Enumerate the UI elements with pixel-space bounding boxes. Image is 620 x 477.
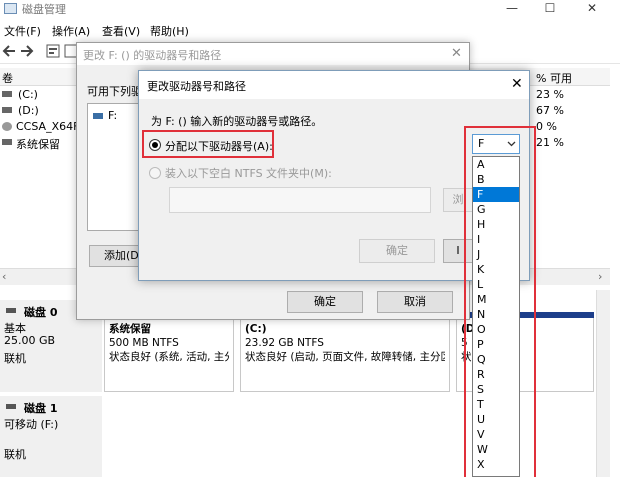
partition-c[interactable]: (C:) 23.92 GB NTFS 状态良好 (启动, 页面文件, 故障转储,… xyxy=(240,318,450,392)
disk-name: 磁盘 0 xyxy=(24,306,58,319)
close-button[interactable]: ✕ xyxy=(572,0,612,18)
menu-view[interactable]: 查看(V) xyxy=(102,23,140,39)
folder-path-input[interactable] xyxy=(169,187,431,213)
disk-icon xyxy=(6,308,16,313)
path-list[interactable]: F: xyxy=(87,103,143,231)
mount-folder-label[interactable]: 装入以下空白 NTFS 文件夹中(M): xyxy=(165,165,332,181)
annotation-highlight-dropdown xyxy=(464,126,536,477)
percent-free: 67 % xyxy=(536,104,564,117)
menu-bar: 文件(F) 操作(A) 查看(V) 帮助(H) xyxy=(0,20,620,40)
instruction-text: 为 F: () 输入新的驱动器号或路径。 xyxy=(151,115,323,128)
dialog-title: 更改 F: () 的驱动器号和路径 xyxy=(83,49,222,62)
percent-free: 21 % xyxy=(536,136,564,149)
close-icon[interactable]: ✕ xyxy=(451,46,462,61)
properties-icon[interactable] xyxy=(46,44,60,58)
annotation-highlight-radio xyxy=(142,130,274,158)
back-arrow-icon[interactable] xyxy=(2,45,16,57)
volume-name: (C:) xyxy=(18,88,38,101)
list-item-f[interactable]: F: xyxy=(108,109,117,122)
disk-status: 联机 xyxy=(4,448,26,461)
close-icon[interactable]: ✕ xyxy=(511,76,523,92)
menu-help[interactable]: 帮助(H) xyxy=(150,23,189,39)
add-button[interactable]: 添加(D xyxy=(89,245,143,267)
minimize-button[interactable]: — xyxy=(492,0,532,18)
dialog-title-bar: 更改 F: () 的驱动器号和路径 ✕ xyxy=(77,43,469,65)
volume-name: (D:) xyxy=(18,104,39,117)
partition-size: 23.92 GB NTFS xyxy=(245,337,324,349)
partition-status: 状态良好 (系统, 活动, 主分 xyxy=(109,351,229,363)
cancel-button[interactable]: 取消 xyxy=(377,291,453,313)
dialog-title: 更改驱动器号和路径 xyxy=(147,80,246,93)
drive-icon xyxy=(2,91,12,97)
title-bar: 磁盘管理 — ☐ ✕ xyxy=(0,0,620,18)
scroll-right-icon[interactable]: › xyxy=(598,270,602,283)
volume-name: 系统保留 xyxy=(16,138,60,151)
disk-icon xyxy=(6,404,16,409)
allow-label: 可用下列驱 xyxy=(87,85,142,98)
drive-icon xyxy=(2,139,12,145)
partition-status: 状态良好 (启动, 页面文件, 故障转储, 主分区 xyxy=(245,351,445,363)
scroll-left-icon[interactable]: ‹ xyxy=(2,270,6,283)
menu-file[interactable]: 文件(F) xyxy=(4,23,41,39)
cd-drive-icon xyxy=(2,122,12,131)
partition-size: 500 MB NTFS xyxy=(109,337,179,349)
column-volume[interactable]: 卷 xyxy=(2,70,13,86)
window-title: 磁盘管理 xyxy=(22,3,66,16)
column-percent-free[interactable]: % 可用 xyxy=(536,70,572,86)
partition-name: 系统保留 xyxy=(109,323,151,335)
partition-name: (C:) xyxy=(245,323,267,335)
disk-name: 磁盘 1 xyxy=(24,402,58,415)
forward-arrow-icon[interactable] xyxy=(20,45,34,57)
vertical-scrollbar[interactable] xyxy=(596,290,610,477)
disk-size: 25.00 GB xyxy=(4,334,56,347)
partition-system-reserved[interactable]: 系统保留 500 MB NTFS 状态良好 (系统, 活动, 主分 xyxy=(104,318,234,392)
percent-free: 23 % xyxy=(536,88,564,101)
percent-free: 0 % xyxy=(536,120,557,133)
disk-status: 联机 xyxy=(4,352,26,365)
drive-icon xyxy=(2,107,12,113)
mount-folder-radio[interactable] xyxy=(149,167,161,179)
disk-management-icon xyxy=(4,3,17,14)
disk-1-label[interactable]: 磁盘 1 可移动 (F:) 联机 xyxy=(0,396,102,477)
maximize-button[interactable]: ☐ xyxy=(530,0,570,18)
dialog-title-bar: 更改驱动器号和路径 ✕ xyxy=(139,71,529,99)
disk-type: 可移动 (F:) xyxy=(4,418,59,431)
ok-button[interactable]: 确定 xyxy=(359,239,435,263)
menu-action[interactable]: 操作(A) xyxy=(52,23,90,39)
drive-icon xyxy=(93,113,103,119)
ok-button[interactable]: 确定 xyxy=(287,291,363,313)
